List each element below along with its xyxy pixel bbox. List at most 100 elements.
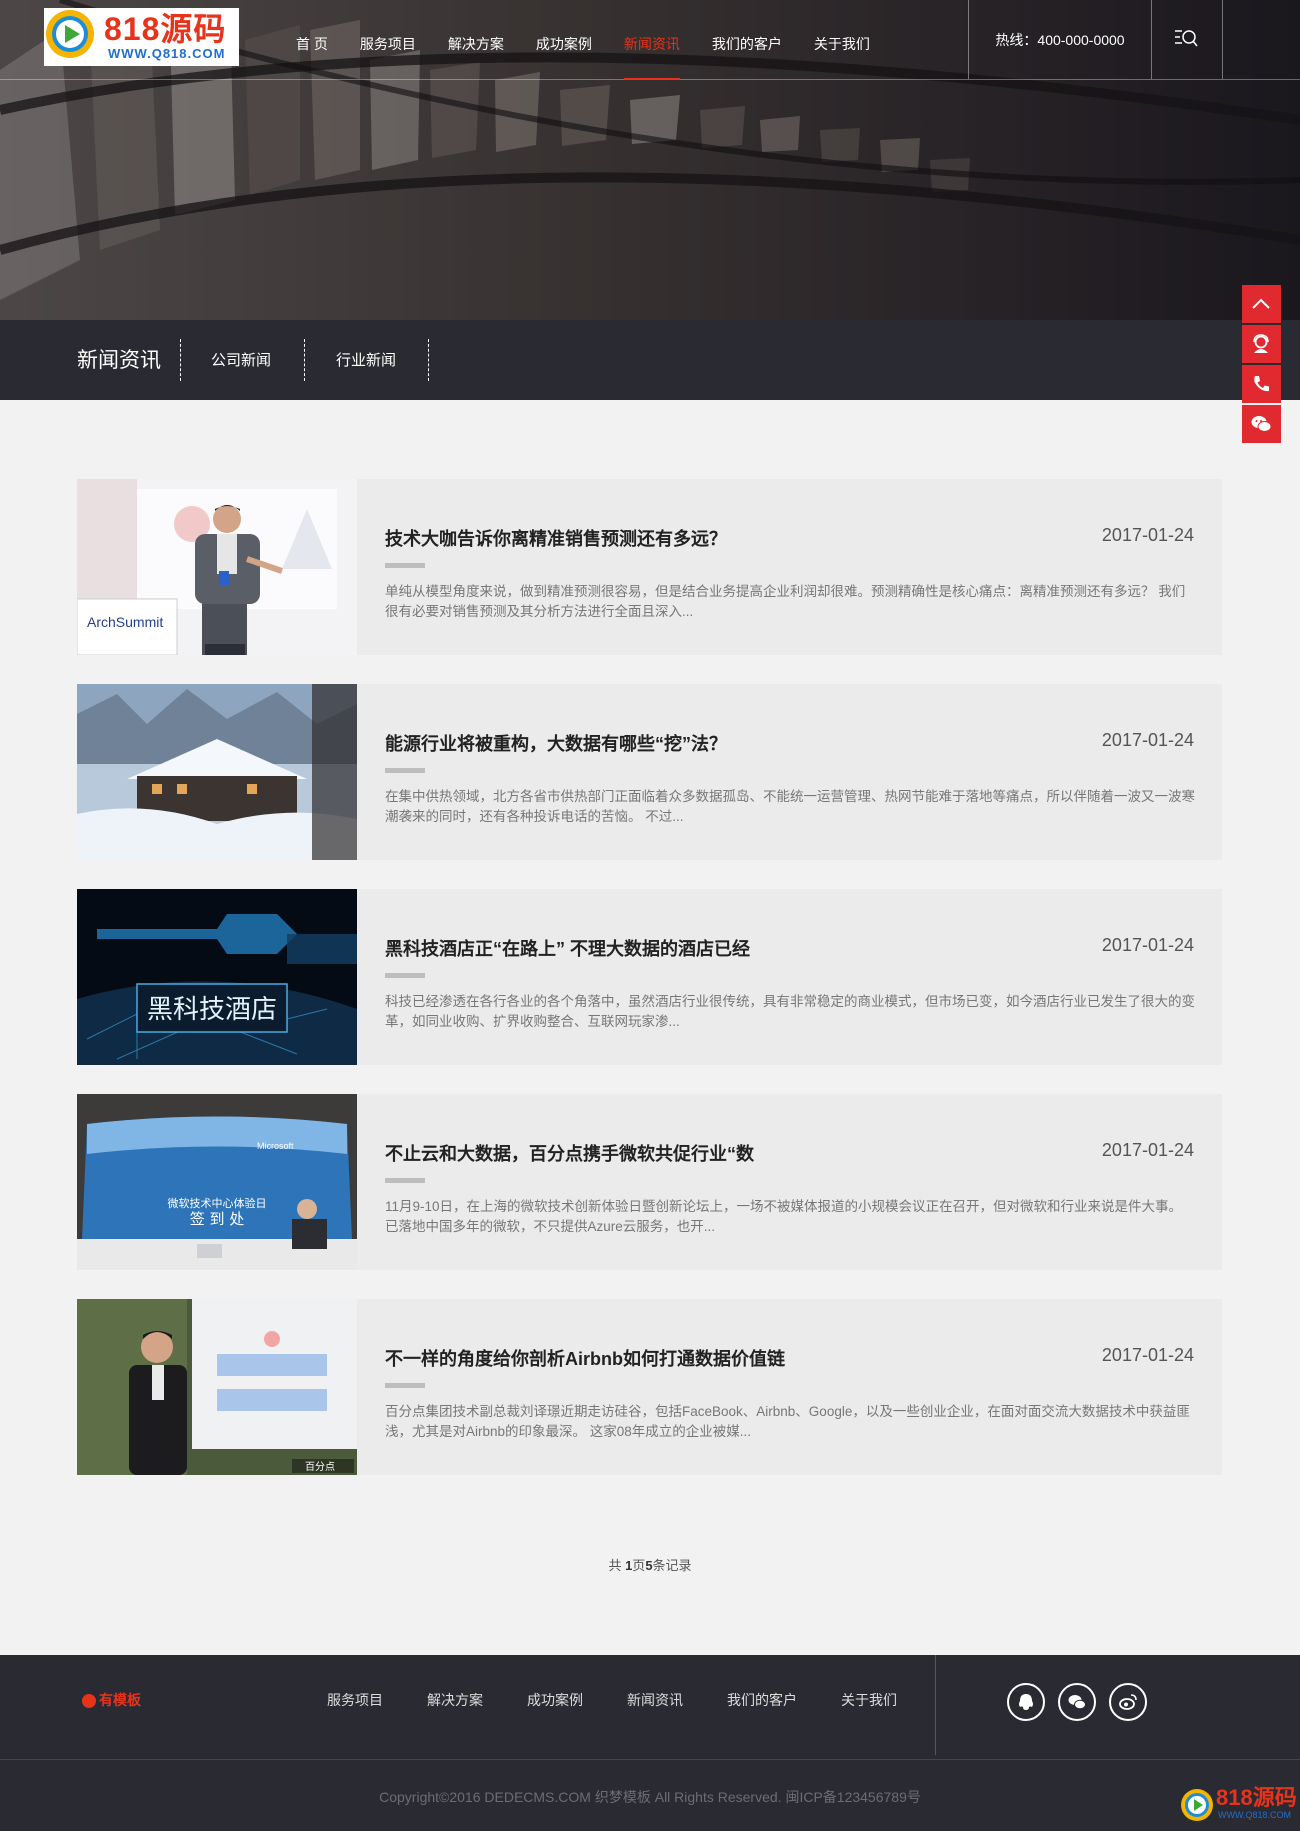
nav-item-cases[interactable]: 成功案例: [520, 0, 608, 79]
search-button[interactable]: [1150, 0, 1223, 79]
category-link-industry[interactable]: 行业新闻: [336, 320, 396, 400]
microsoft-event-photo: Microsoft 微软技术中心体验日 签 到 处: [77, 1094, 357, 1270]
phone-button[interactable]: [1242, 365, 1281, 403]
news-thumbnail[interactable]: ArchSummit: [77, 479, 357, 655]
divider: [935, 1655, 936, 1755]
news-date: 2017-01-24: [1101, 730, 1194, 750]
photo-watermark: 百分点: [305, 1461, 335, 1473]
microsoft-text: Microsoft: [257, 1141, 294, 1151]
watermark-text: 818源码: [1216, 1785, 1297, 1810]
news-summary: 11月9-10日，在上海的微软技术创新体验日暨创新论坛上，一场不被媒体报道的小规…: [385, 1199, 1183, 1234]
watermark-url: WWW.Q818.COM: [1218, 1810, 1292, 1820]
news-list: ArchSummit 技术大咖告诉你离精准销售预测还有多远？ 2017-01-2…: [77, 479, 1222, 1504]
pager-suffix: 条记录: [652, 1558, 692, 1573]
copyright-text: Copyright©2016 DEDECMS.COM 织梦模板 All Righ…: [379, 1789, 921, 1805]
news-thumbnail[interactable]: 百分点: [77, 1299, 357, 1475]
title-underline: [385, 1178, 425, 1183]
footer-link-clients[interactable]: 我们的客户: [727, 1690, 797, 1710]
support-agent-icon: [1253, 334, 1269, 353]
news-title[interactable]: 技术大咖告诉你离精准销售预测还有多远？: [385, 525, 727, 551]
top-navbar: 818源码 WWW.Q818.COM 首 页 服务项目 解决方案 成功案例 新闻…: [0, 0, 1300, 80]
weibo-button[interactable]: [1109, 1683, 1147, 1721]
footer-link-services[interactable]: 服务项目: [327, 1690, 383, 1710]
news-thumbnail[interactable]: Microsoft 微软技术中心体验日 签 到 处: [77, 1094, 357, 1270]
hotel-caption: 黑科技酒店: [147, 995, 277, 1025]
archsummit-text: ArchSummit: [87, 614, 163, 630]
nav-item-clients[interactable]: 我们的客户: [696, 0, 798, 79]
customer-service-button[interactable]: [1242, 325, 1281, 363]
logo-dot-icon: [82, 1694, 96, 1709]
speaker-photo: 百分点: [77, 1299, 357, 1475]
title-underline: [385, 563, 425, 568]
search-icon: [1175, 30, 1198, 47]
divider: [428, 339, 429, 381]
watermark-logo: 818源码 WWW.Q818.COM: [1180, 1785, 1297, 1825]
wechat-icon: [1068, 1695, 1086, 1710]
qq-icon: [1019, 1694, 1033, 1710]
footer-link-news[interactable]: 新闻资讯: [627, 1690, 683, 1710]
news-thumbnail[interactable]: [77, 684, 357, 860]
hotline-text: 热线：400-000-0000: [968, 0, 1152, 79]
site-logo[interactable]: 818源码 WWW.Q818.COM: [44, 8, 239, 66]
weibo-icon: [1119, 1694, 1137, 1710]
logo-url: WWW.Q818.COM: [108, 46, 226, 61]
category-title: 新闻资讯: [77, 349, 161, 372]
news-item[interactable]: 能源行业将被重构，大数据有哪些“挖”法？ 2017-01-24 在集中供热领域，…: [77, 684, 1222, 860]
news-item[interactable]: 黑科技酒店 黑科技酒店正“在路上” 不理大数据的酒店已经 2017-01-24 …: [77, 889, 1222, 1065]
divider: [304, 339, 305, 381]
divider: [180, 339, 181, 381]
logo-text: 818源码: [104, 11, 227, 47]
wechat-icon: [1251, 416, 1272, 432]
news-title[interactable]: 能源行业将被重构，大数据有哪些“挖”法？: [385, 730, 727, 756]
presentation-photo: ArchSummit: [77, 479, 357, 655]
title-underline: [385, 1383, 425, 1388]
divider: [0, 1759, 1300, 1760]
news-title[interactable]: 黑科技酒店正“在路上” 不理大数据的酒店已经: [385, 935, 750, 961]
news-thumbnail[interactable]: 黑科技酒店: [77, 889, 357, 1065]
news-item[interactable]: ArchSummit 技术大咖告诉你离精准销售预测还有多远？ 2017-01-2…: [77, 479, 1222, 655]
news-title[interactable]: 不止云和大数据，百分点携手微软共促行业“数: [385, 1140, 754, 1166]
category-bar: 新闻资讯 公司新闻 行业新闻: [0, 320, 1300, 400]
footer-link-cases[interactable]: 成功案例: [527, 1690, 583, 1710]
main-nav: 首 页 服务项目 解决方案 成功案例 新闻资讯 我们的客户 关于我们: [280, 0, 886, 80]
footer-logo[interactable]: 有模板: [82, 1690, 141, 1710]
nav-item-about[interactable]: 关于我们: [798, 0, 886, 79]
footer-logo-text: 有模板: [99, 1692, 141, 1708]
pager-mid: 页: [632, 1558, 646, 1573]
chevron-up-icon: [1252, 298, 1270, 309]
nav-item-services[interactable]: 服务项目: [344, 0, 432, 79]
nav-item-home[interactable]: 首 页: [280, 0, 344, 79]
title-underline: [385, 768, 425, 773]
news-summary: 科技已经渗透在各行各业的各个角落中，虽然酒店行业很传统，具有非常稳定的商业模式，…: [385, 994, 1195, 1029]
tech-hotel-image: 黑科技酒店: [77, 889, 357, 1065]
nav-item-news[interactable]: 新闻资讯: [608, 0, 696, 80]
news-item[interactable]: 百分点 不一样的角度给你剖析Airbnb如何打通数据价值链 2017-01-24…: [77, 1299, 1222, 1475]
pager-prefix: 共: [608, 1558, 626, 1573]
floating-toolbar: [1242, 285, 1281, 445]
event-caption: 微软技术中心体验日: [168, 1196, 267, 1210]
news-date: 2017-01-24: [1101, 525, 1194, 545]
hero-banner: 818源码 WWW.Q818.COM 首 页 服务项目 解决方案 成功案例 新闻…: [0, 0, 1300, 320]
news-summary: 百分点集团技术副总裁刘译璟近期走访硅谷，包括FaceBook、Airbnb、Go…: [385, 1404, 1190, 1439]
category-link-company[interactable]: 公司新闻: [211, 320, 271, 400]
news-summary: 单纯从模型角度来说，做到精准预测很容易，但是结合业务提高企业利润却很难。预测精确…: [385, 584, 1186, 619]
wechat-button[interactable]: [1242, 405, 1281, 443]
signin-caption: 签 到 处: [190, 1210, 245, 1228]
news-date: 2017-01-24: [1101, 1140, 1194, 1160]
footer-nav: 服务项目 解决方案 成功案例 新闻资讯 我们的客户 关于我们: [305, 1690, 919, 1710]
social-links: [1007, 1683, 1160, 1721]
snow-house-photo: [77, 684, 357, 860]
news-item[interactable]: Microsoft 微软技术中心体验日 签 到 处 不止云和大数据，百分点携手微…: [77, 1094, 1222, 1270]
phone-icon: [1254, 376, 1269, 392]
footer-link-about[interactable]: 关于我们: [841, 1690, 897, 1710]
play-logo-icon: [46, 10, 94, 58]
qq-button[interactable]: [1007, 1683, 1045, 1721]
back-to-top-button[interactable]: [1242, 285, 1281, 323]
news-title[interactable]: 不一样的角度给你剖析Airbnb如何打通数据价值链: [385, 1345, 785, 1371]
footer-link-solutions[interactable]: 解决方案: [427, 1690, 483, 1710]
play-logo-icon: [1181, 1789, 1213, 1821]
nav-item-solutions[interactable]: 解决方案: [432, 0, 520, 79]
wechat-share-button[interactable]: [1058, 1683, 1096, 1721]
footer: 有模板 服务项目 解决方案 成功案例 新闻资讯 我们的客户 关于我们 Copyr…: [0, 1655, 1300, 1831]
news-summary: 在集中供热领域，北方各省市供热部门正面临着众多数据孤岛、不能统一运营管理、热网节…: [385, 789, 1195, 824]
